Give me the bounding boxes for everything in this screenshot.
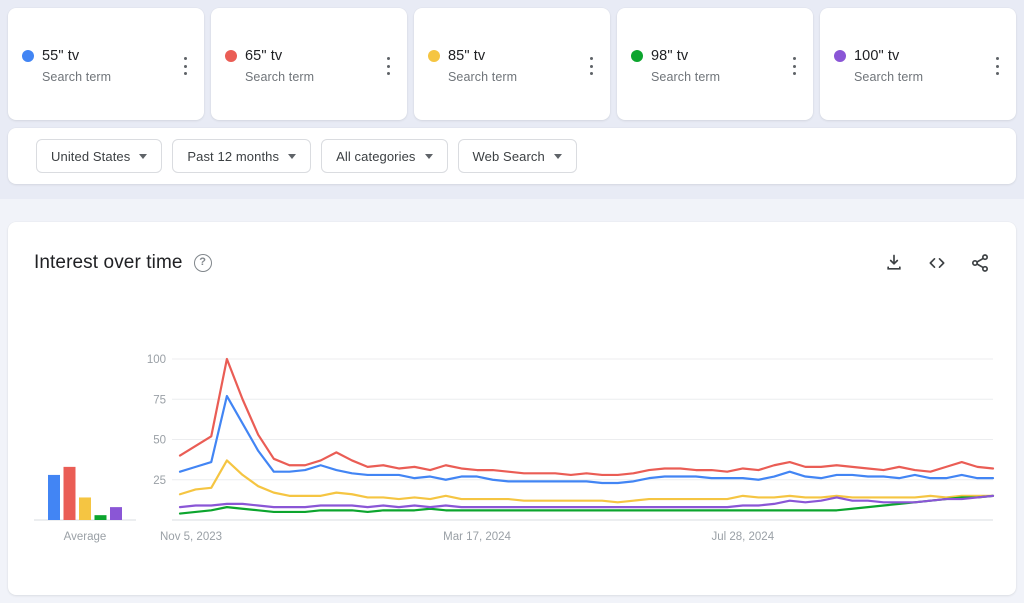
kebab-menu-icon[interactable] (176, 56, 194, 76)
filter-chip-united-states[interactable]: United States (36, 139, 163, 173)
search-term-title-line: 85" tv (428, 48, 574, 64)
search-term-label: 55" tv (42, 48, 80, 64)
chart-plot-area: 25 50 75 100 Nov 5, 2023 Mar 17, 2024 Jul 28, … (8, 222, 1016, 595)
series-color-dot (22, 50, 34, 62)
trends-line-chart[interactable]: 25 50 75 100 Nov 5, 2023 Mar 17, 2024 Jul 28, … (8, 222, 1016, 595)
search-term-type: Search term (651, 70, 721, 84)
filter-chip-past-12-months[interactable]: Past 12 months (172, 139, 312, 173)
chevron-down-icon (139, 153, 148, 159)
chevron-down-icon (553, 153, 562, 159)
series-color-dot (428, 50, 440, 62)
search-term-label: 98" tv (651, 48, 689, 64)
search-term-type: Search term (42, 70, 112, 84)
chevron-down-icon (288, 153, 297, 159)
y-axis-tick-label: 75 (153, 394, 166, 406)
search-term-card[interactable]: 55" tv Search term (8, 8, 204, 120)
series-color-dot (225, 50, 237, 62)
series-lines (178, 357, 995, 515)
x-axis: Nov 5, 2023 Mar 17, 2024 Jul 28, 2024 (160, 531, 775, 543)
kebab-menu-icon[interactable] (785, 56, 803, 76)
search-term-type: Search term (854, 70, 924, 84)
average-bar (79, 497, 91, 520)
search-term-content: 65" tv Search term (225, 48, 371, 84)
filter-bar: United States Past 12 months All categorie… (8, 128, 1016, 184)
search-term-card[interactable]: 85" tv Search term (414, 8, 610, 120)
kebab-menu-icon[interactable] (582, 56, 600, 76)
search-terms-row: 55" tv Search term 65" tv Search term 85" tv… (8, 8, 1016, 120)
kebab-menu-icon[interactable] (379, 56, 397, 76)
search-term-card[interactable]: 65" tv Search term (211, 8, 407, 120)
series-line[interactable] (178, 357, 995, 477)
search-term-label: 100" tv (854, 48, 900, 64)
filter-chip-all-categories[interactable]: All categories (321, 139, 448, 173)
filter-chip-web-search[interactable]: Web Search (457, 139, 577, 173)
x-axis-tick-label: Mar 17, 2024 (443, 531, 511, 543)
x-axis-tick-label: Jul 28, 2024 (711, 531, 774, 543)
filter-chip-label: Past 12 months (187, 148, 280, 164)
series-color-dot (834, 50, 846, 62)
search-term-title-line: 65" tv (225, 48, 371, 64)
average-bar (94, 515, 107, 520)
y-axis-tick-label: 100 (147, 354, 166, 366)
average-bar (110, 507, 122, 520)
search-term-type: Search term (448, 70, 518, 84)
filter-chip-label: United States (51, 148, 131, 164)
y-gridlines: 25 50 75 100 (147, 354, 993, 521)
filter-chip-label: Web Search (472, 148, 545, 164)
search-term-title-line: 100" tv (834, 48, 980, 64)
search-term-type: Search term (245, 70, 315, 84)
search-term-title-line: 55" tv (22, 48, 168, 64)
search-term-label: 85" tv (448, 48, 486, 64)
search-term-title-line: 98" tv (631, 48, 777, 64)
x-axis-tick-label: Nov 5, 2023 (160, 531, 222, 543)
y-axis-tick-label: 50 (153, 435, 166, 447)
search-term-content: 85" tv Search term (428, 48, 574, 84)
average-bar (63, 466, 76, 520)
average-label: Average (64, 531, 107, 543)
chevron-down-icon (424, 153, 433, 159)
search-term-content: 55" tv Search term (22, 48, 168, 84)
search-term-content: 100" tv Search term (834, 48, 980, 84)
interest-over-time-card: Interest over time ? 25 50 75 100 Nov 5, 202… (8, 222, 1016, 595)
series-color-dot (631, 50, 643, 62)
kebab-menu-icon[interactable] (988, 56, 1006, 76)
search-term-card[interactable]: 100" tv Search term (820, 8, 1016, 120)
average-bar (48, 474, 60, 520)
search-term-label: 65" tv (245, 48, 283, 64)
search-term-content: 98" tv Search term (631, 48, 777, 84)
search-term-card[interactable]: 98" tv Search term (617, 8, 813, 120)
average-bar-chart[interactable]: Average (34, 466, 136, 543)
y-axis-tick-label: 25 (153, 475, 166, 487)
filter-chip-label: All categories (336, 148, 416, 164)
